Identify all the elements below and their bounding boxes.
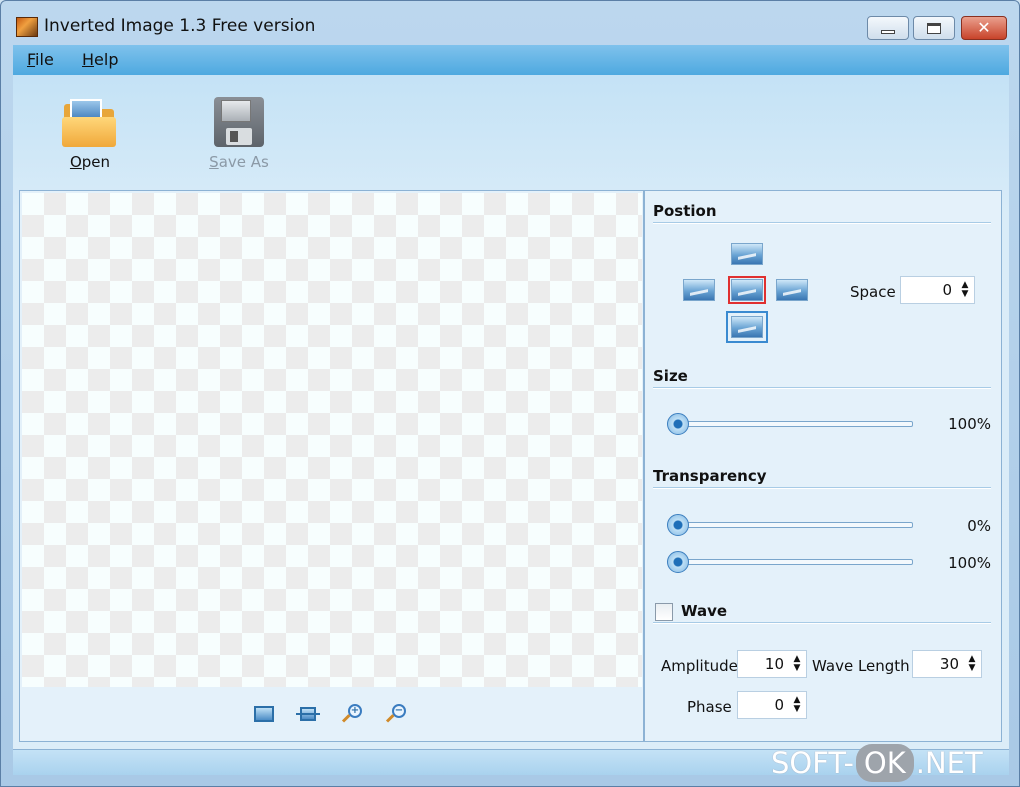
watermark-middle: OK (855, 744, 914, 782)
spin-arrows-icon[interactable]: ▲ ▼ (956, 281, 974, 299)
actual-size-button[interactable] (296, 703, 320, 725)
close-icon: ✕ (977, 18, 991, 37)
transparency-title: Transparency (653, 467, 767, 485)
size-slider[interactable] (667, 412, 913, 436)
spin-arrows-icon[interactable]: ▲ ▼ (788, 696, 806, 714)
position-title: Postion (653, 202, 717, 220)
open-folder-icon (62, 97, 118, 147)
settings-panel: Postion Space 0 ▲ ▼ Size 100% Transparenc… (644, 190, 1002, 742)
zoom-in-icon: + (341, 704, 362, 724)
menu-file[interactable]: File (27, 50, 54, 69)
transparency-to-thumb[interactable] (667, 551, 689, 573)
spin-arrows-icon[interactable]: ▲ ▼ (963, 655, 981, 673)
space-label: Space (850, 283, 896, 301)
menu-help[interactable]: Help (82, 50, 118, 69)
fit-to-window-icon (254, 706, 274, 722)
phase-label: Phase (687, 698, 732, 716)
floppy-disk-icon (214, 97, 264, 147)
transparency-from-value: 0% (967, 517, 991, 535)
maximize-button[interactable] (913, 16, 955, 40)
minimize-icon (881, 30, 895, 34)
wave-length-label: Wave Length (812, 657, 910, 675)
watermark-prefix: SOFT- (771, 746, 854, 780)
position-center-option[interactable] (728, 276, 766, 304)
minimize-button[interactable] (867, 16, 909, 40)
app-window: Inverted Image 1.3 Free version ✕ File H… (0, 0, 1020, 787)
transparency-from-track (679, 522, 913, 528)
zoom-in-button[interactable]: + (340, 703, 364, 725)
amplitude-spinner[interactable]: 10 ▲ ▼ (737, 650, 807, 678)
watermark: SOFT- OK .NET (771, 743, 983, 783)
save-as-button[interactable]: Save As (194, 97, 284, 171)
size-slider-track (679, 421, 913, 427)
amplitude-value: 10 (764, 655, 784, 673)
image-canvas[interactable] (22, 193, 642, 687)
wave-divider (653, 622, 991, 624)
zoom-out-icon: − (385, 704, 406, 724)
phase-spinner[interactable]: 0 ▲ ▼ (737, 691, 807, 719)
position-left-option[interactable] (683, 279, 715, 301)
zoom-toolbar: + − (20, 697, 643, 727)
size-slider-thumb[interactable] (667, 413, 689, 435)
transparency-from-slider[interactable] (667, 513, 913, 537)
close-button[interactable]: ✕ (961, 16, 1007, 40)
size-title: Size (653, 367, 688, 385)
space-spinner[interactable]: 0 ▲ ▼ (900, 276, 975, 304)
fit-to-window-button[interactable] (252, 703, 276, 725)
transparency-to-value: 100% (948, 554, 991, 572)
actual-size-icon (296, 707, 320, 721)
transparency-to-track (679, 559, 913, 565)
amplitude-label: Amplitude (661, 657, 738, 675)
position-right-option[interactable] (776, 279, 808, 301)
wave-length-value: 30 (939, 655, 959, 673)
size-value: 100% (948, 415, 991, 433)
position-bottom-option[interactable] (726, 311, 768, 343)
menu-bar: File Help (13, 45, 1009, 75)
wave-length-spinner[interactable]: 30 ▲ ▼ (912, 650, 982, 678)
title-bar[interactable]: Inverted Image 1.3 Free version ✕ (1, 1, 1019, 45)
wave-title: Wave (681, 602, 728, 620)
size-divider (653, 387, 991, 389)
transparency-from-thumb[interactable] (667, 514, 689, 536)
window-title: Inverted Image 1.3 Free version (44, 16, 316, 36)
wave-checkbox[interactable] (655, 603, 673, 621)
spin-arrows-icon[interactable]: ▲ ▼ (788, 655, 806, 673)
open-label: Open (69, 153, 111, 171)
position-top-option[interactable] (731, 243, 763, 265)
open-button[interactable]: Open (45, 97, 135, 171)
position-divider (653, 222, 991, 224)
transparency-divider (653, 487, 991, 489)
space-value: 0 (942, 281, 952, 299)
save-as-label: Save As (209, 153, 269, 171)
watermark-suffix: .NET (915, 746, 983, 780)
transparency-to-slider[interactable] (667, 550, 913, 574)
app-icon[interactable] (16, 17, 38, 37)
zoom-out-button[interactable]: − (384, 703, 408, 725)
client-area: Open Save As + − Postion Space 0 ▲ ▼ Siz… (13, 75, 1009, 775)
phase-value: 0 (774, 696, 784, 714)
image-canvas-frame: + − (19, 190, 644, 742)
maximize-icon (927, 22, 941, 34)
